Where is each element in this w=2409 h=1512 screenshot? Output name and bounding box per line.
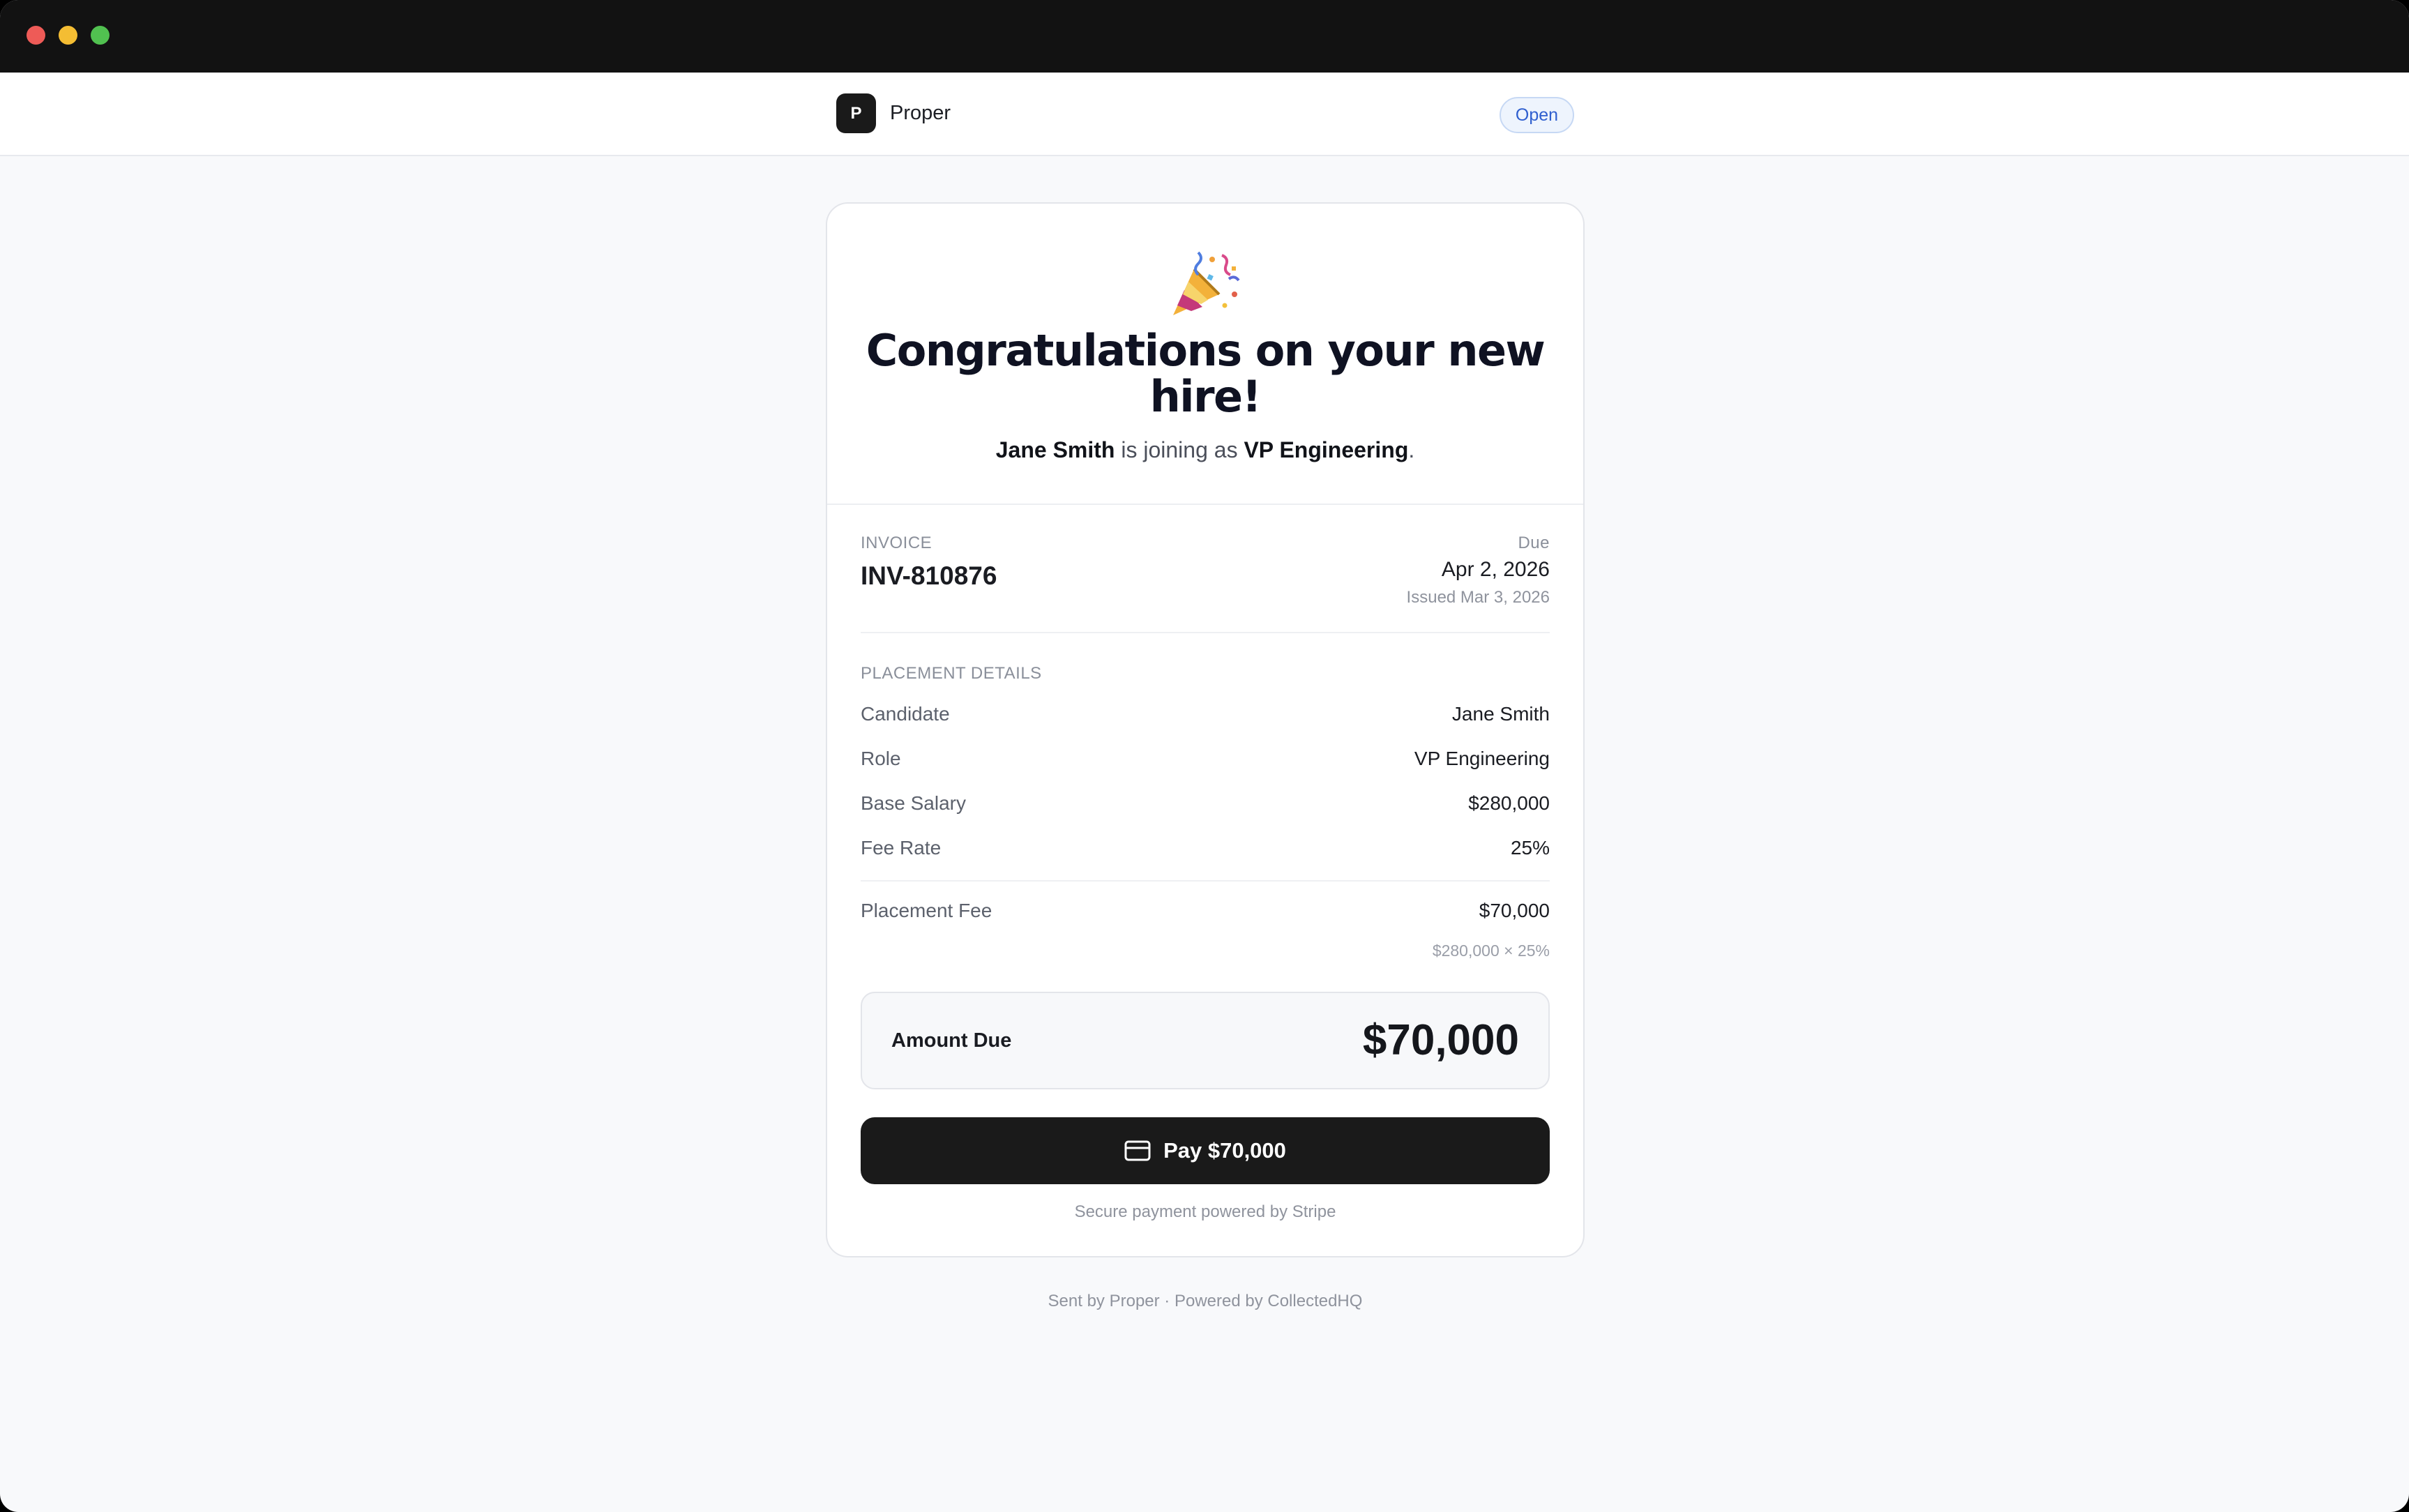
placement-fee-value: $70,000 — [1479, 900, 1550, 921]
browser-window: P Proper Open Congratulations on your ne… — [0, 0, 2409, 1512]
candidate-value: Jane Smith — [1451, 703, 1550, 725]
invoice-number: INV-810876 — [861, 561, 997, 590]
divider — [861, 880, 1550, 882]
fee-rate-label: Fee Rate — [861, 837, 942, 859]
placement-fee-label: Placement Fee — [861, 900, 992, 921]
minimize-window-button[interactable] — [59, 26, 77, 45]
hire-summary: Jane Smith is joining as VP Engineering. — [855, 437, 1555, 463]
joining-text: is joining as — [1115, 437, 1244, 462]
candidate-label: Candidate — [861, 703, 950, 725]
close-window-button[interactable] — [27, 26, 45, 45]
due-date: Apr 2, 2026 — [1441, 558, 1550, 581]
role-value: VP Engineering — [1414, 748, 1550, 769]
amount-due-value: $70,000 — [1362, 1016, 1519, 1064]
pay-button-label: Pay $70,000 — [1163, 1138, 1286, 1163]
divider — [861, 632, 1550, 633]
party-popper-icon — [1173, 251, 1240, 315]
base-salary-value: $280,000 — [1468, 792, 1550, 814]
amount-due-box: Amount Due $70,000 — [861, 992, 1550, 1089]
summary-period: . — [1408, 437, 1415, 462]
divider — [827, 504, 1583, 505]
fee-rate-value: 25% — [1510, 837, 1550, 859]
issued-date: Issued Mar 3, 2026 — [1406, 588, 1550, 607]
role-label: Role — [861, 748, 901, 769]
due-label: Due — [1518, 534, 1550, 552]
base-salary-label: Base Salary — [861, 792, 966, 814]
window-titlebar — [0, 0, 2409, 73]
candidate-name: Jane Smith — [995, 437, 1115, 462]
page-title: Congratulations on your new hire! — [866, 325, 1546, 422]
status-badge: Open — [1500, 97, 1574, 133]
placement-details-header: PLACEMENT DETAILS — [861, 664, 1042, 683]
brand-logo: P — [836, 93, 876, 133]
zoom-window-button[interactable] — [91, 26, 110, 45]
role-name: VP Engineering — [1244, 437, 1409, 462]
brand-name: Proper — [890, 102, 951, 124]
app-header: P Proper Open — [0, 73, 2409, 156]
fee-calculation: $280,000 × 25% — [1432, 942, 1550, 960]
amount-due-label: Amount Due — [891, 1029, 1012, 1052]
credit-card-icon — [1124, 1140, 1151, 1161]
invoice-card: Congratulations on your new hire! Jane S… — [826, 202, 1585, 1257]
secure-payment-note: Secure payment powered by Stripe — [1074, 1202, 1336, 1221]
pay-button[interactable]: Pay $70,000 — [861, 1117, 1550, 1184]
invoice-label: INVOICE — [861, 534, 932, 552]
footer-note: Sent by Proper · Powered by CollectedHQ — [1048, 1292, 1363, 1310]
